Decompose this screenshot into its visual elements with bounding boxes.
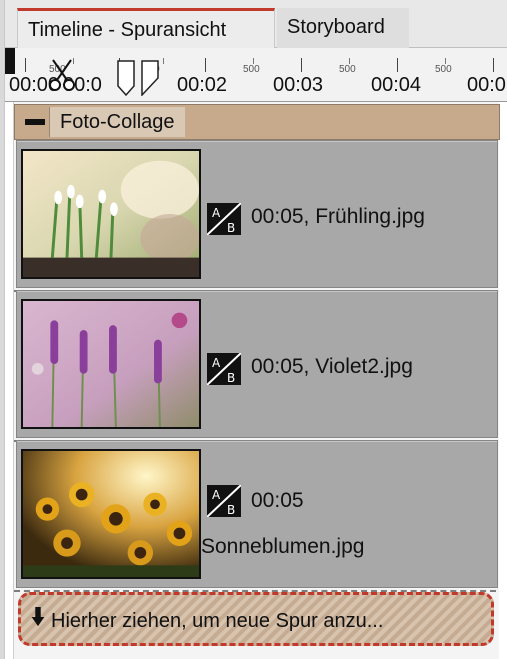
track-area: Foto-Collage A B 00:05, Frühling.jpg A B… bbox=[13, 102, 500, 659]
ruler-time-label: 00:03 bbox=[273, 74, 324, 96]
new-track-dropzone[interactable]: Hierher ziehen, um neue Spur anzu... bbox=[18, 592, 494, 646]
timeline-panel: Timeline - Spuransicht Storyboard 500 50… bbox=[0, 0, 507, 659]
playhead[interactable] bbox=[5, 48, 15, 74]
ruler-minor-tick bbox=[163, 58, 164, 64]
clip-duration: 00:05 bbox=[251, 489, 304, 512]
clip-thumbnail bbox=[21, 299, 201, 429]
transition-ab-icon[interactable]: A B bbox=[207, 203, 241, 235]
ruler-minor-label: 500 bbox=[243, 64, 260, 75]
group-header[interactable]: Foto-Collage bbox=[14, 104, 500, 140]
ruler-time-label: 00:04 bbox=[371, 74, 422, 96]
transition-label-b: B bbox=[227, 221, 235, 235]
clip-thumbnail bbox=[21, 149, 201, 279]
lavender-image-icon bbox=[23, 301, 199, 427]
collapse-icon[interactable] bbox=[25, 113, 45, 131]
clip-filename: Sonneblumen.jpg bbox=[201, 535, 365, 558]
transition-ab-icon[interactable]: A B bbox=[207, 353, 241, 385]
dropzone-label: Hierher ziehen, um neue Spur anzu... bbox=[51, 610, 384, 632]
ruler-time-label: 00:0 bbox=[467, 74, 506, 96]
tab-bar: Timeline - Spuransicht Storyboard bbox=[5, 0, 507, 48]
ruler-tick bbox=[25, 58, 26, 72]
ruler-tick bbox=[493, 58, 494, 72]
arrow-down-icon bbox=[31, 607, 45, 627]
transition-label-a: A bbox=[212, 206, 221, 220]
sunflower-image-icon bbox=[23, 451, 199, 577]
transition-ab-icon[interactable]: A B bbox=[207, 485, 241, 517]
time-ruler[interactable]: 500 500 500 500 500 00:00 00:0 00:02 00:… bbox=[5, 48, 507, 102]
transition-label-a: A bbox=[212, 356, 221, 370]
ruler-tick bbox=[205, 58, 206, 72]
clip-label: 00:05, Violet2.jpg bbox=[251, 355, 413, 378]
snowdrop-image-icon bbox=[23, 151, 199, 277]
scissors-icon[interactable] bbox=[47, 58, 77, 92]
ruler-tick bbox=[301, 58, 302, 72]
ruler-minor-label: 500 bbox=[435, 64, 452, 75]
tab-storyboard[interactable]: Storyboard bbox=[277, 8, 409, 48]
ruler-time-label: 00:02 bbox=[177, 74, 228, 96]
ruler-tick bbox=[397, 58, 398, 72]
transition-label-b: B bbox=[227, 371, 235, 385]
clip-item[interactable]: A B 00:05, Frühling.jpg bbox=[16, 140, 498, 288]
ruler-minor-label: 500 bbox=[339, 64, 356, 75]
range-end-marker-icon[interactable] bbox=[141, 60, 159, 96]
clip-item[interactable]: A B 00:05 Sonneblumen.jpg bbox=[16, 440, 498, 588]
clip-thumbnail bbox=[21, 449, 201, 579]
range-start-marker-icon[interactable] bbox=[117, 60, 135, 96]
dropzone-row: Hierher ziehen, um neue Spur anzu... bbox=[31, 607, 383, 633]
clip-item[interactable]: A B 00:05, Violet2.jpg bbox=[16, 290, 498, 438]
group-title: Foto-Collage bbox=[49, 107, 185, 137]
clip-label: 00:05, Frühling.jpg bbox=[251, 205, 425, 228]
tab-timeline[interactable]: Timeline - Spuransicht bbox=[17, 8, 275, 48]
transition-label-b: B bbox=[227, 503, 235, 517]
transition-label-a: A bbox=[212, 488, 221, 502]
